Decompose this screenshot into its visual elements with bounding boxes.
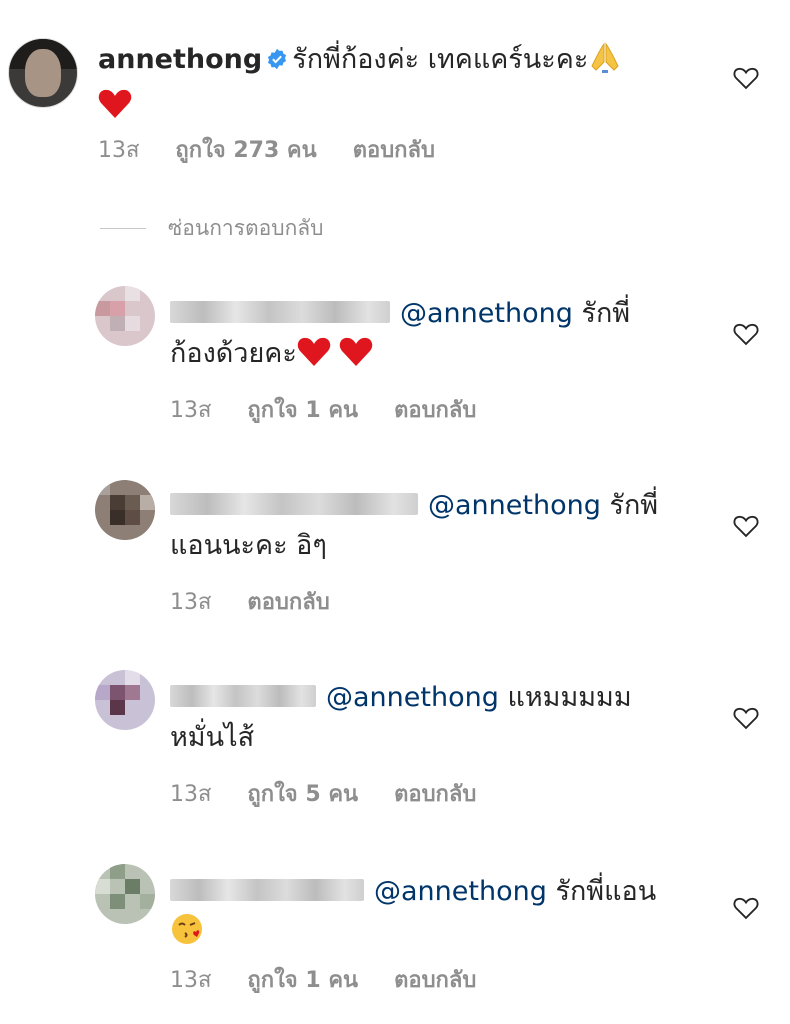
comment-text: หมั่นไส้ <box>170 722 255 753</box>
comment-body: @annethong แหมมมมมหมั่นไส้ <box>170 678 710 758</box>
reply-comment: @annethong รักพี่แอนนะคะ อิๆ 13ส ตอบกลับ <box>0 472 790 632</box>
blurred-username[interactable] <box>170 301 390 323</box>
red-heart-emoji-icon <box>339 336 373 380</box>
divider <box>100 228 146 229</box>
blurred-username[interactable] <box>170 685 316 707</box>
likes-count[interactable]: ถูกใจ 5 คน <box>247 782 358 807</box>
mention-link[interactable]: @annethong <box>326 682 499 713</box>
blurred-username[interactable] <box>170 879 364 901</box>
red-heart-emoji-icon <box>98 88 132 132</box>
comment-text: รักพี่ <box>609 490 659 521</box>
likes-count[interactable]: ถูกใจ 1 คน <box>247 398 358 423</box>
heart-outline-icon[interactable] <box>732 320 760 348</box>
comment-body: annethong รักพี่ก้องค่ะ เทคแคร์นะคะ <box>98 40 708 132</box>
reply-button[interactable]: ตอบกลับ <box>394 782 476 807</box>
comment-meta: 13ส ตอบกลับ <box>170 584 366 619</box>
timestamp: 13ส <box>170 968 212 993</box>
red-heart-emoji-icon <box>297 336 331 380</box>
comment-meta: 13ส ถูกใจ 273 คน ตอบกลับ <box>98 132 471 167</box>
heart-outline-icon[interactable] <box>732 512 760 540</box>
comment-text: ก้องด้วยคะ <box>170 338 297 369</box>
avatar[interactable] <box>95 480 155 540</box>
comment-text: แหมมมมม <box>507 682 632 713</box>
mention-link[interactable]: @annethong <box>428 490 601 521</box>
mention-link[interactable]: @annethong <box>400 298 573 329</box>
folded-hands-emoji-icon <box>588 40 622 86</box>
reply-button[interactable]: ตอบกลับ <box>247 590 329 615</box>
hide-replies-button[interactable]: ซ่อนการตอบกลับ <box>100 212 324 245</box>
comment-meta: 13ส ถูกใจ 1 คน ตอบกลับ <box>170 962 512 997</box>
comment-text: รักพี่แอน <box>555 876 657 907</box>
reply-button[interactable]: ตอบกลับ <box>394 968 476 993</box>
verified-badge-icon <box>268 48 287 70</box>
reply-comment: @annethong รักพี่ก้องด้วยคะ 13ส ถูกใจ 1 ค… <box>0 280 790 440</box>
hide-replies-label: ซ่อนการตอบกลับ <box>168 216 324 240</box>
timestamp: 13ส <box>170 782 212 807</box>
heart-outline-icon[interactable] <box>732 64 760 92</box>
reply-button[interactable]: ตอบกลับ <box>394 398 476 423</box>
comment-meta: 13ส ถูกใจ 1 คน ตอบกลับ <box>170 392 512 427</box>
comment-body: @annethong รักพี่แอนนะคะ อิๆ <box>170 486 710 566</box>
timestamp: 13ส <box>170 590 212 615</box>
comment-body: @annethong รักพี่ก้องด้วยคะ <box>170 294 710 380</box>
comment-body: @annethong รักพี่แอน <box>170 872 710 958</box>
comment-text: แอนนะคะ อิๆ <box>170 530 327 561</box>
heart-outline-icon[interactable] <box>732 704 760 732</box>
timestamp: 13ส <box>170 398 212 423</box>
likes-count[interactable]: ถูกใจ 1 คน <box>247 968 358 993</box>
mention-link[interactable]: @annethong <box>374 876 547 907</box>
reply-button[interactable]: ตอบกลับ <box>353 138 435 163</box>
kissing-face-emoji-icon <box>170 912 204 958</box>
avatar[interactable] <box>8 38 78 108</box>
avatar[interactable] <box>95 670 155 730</box>
reply-comment: @annethong แหมมมมมหมั่นไส้ 13ส ถูกใจ 5 คน… <box>0 664 790 824</box>
reply-comment: @annethong รักพี่แอน 13ส ถูกใจ 1 คน ตอบกลั… <box>0 858 790 1018</box>
avatar[interactable] <box>95 864 155 924</box>
comment-text: รักพี่ <box>581 298 631 329</box>
heart-outline-icon[interactable] <box>732 894 760 922</box>
comment-meta: 13ส ถูกใจ 5 คน ตอบกลับ <box>170 776 512 811</box>
timestamp: 13ส <box>98 138 140 163</box>
comment-text: รักพี่ก้องค่ะ เทคแคร์นะคะ <box>292 44 589 75</box>
avatar[interactable] <box>95 286 155 346</box>
likes-count[interactable]: ถูกใจ 273 คน <box>175 138 316 163</box>
username[interactable]: annethong <box>98 44 262 75</box>
blurred-username[interactable] <box>170 493 418 515</box>
main-comment: annethong รักพี่ก้องค่ะ เทคแคร์นะคะ 13ส ถู… <box>0 0 790 190</box>
